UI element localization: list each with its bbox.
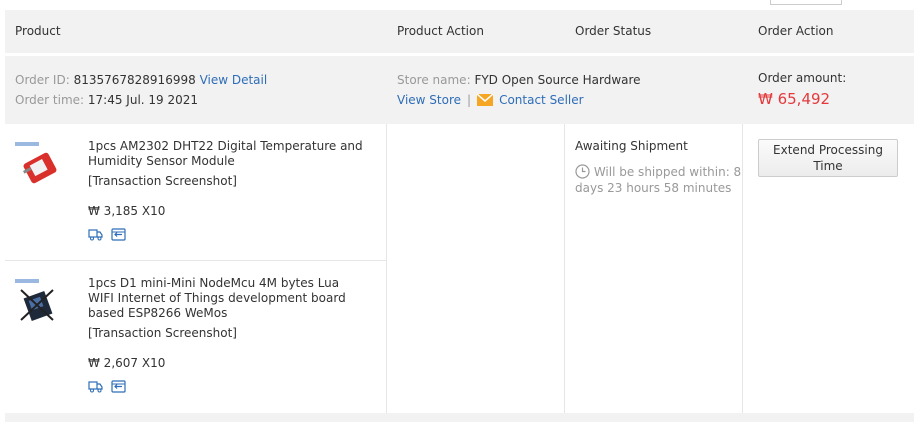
shipping-countdown: Will be shipped within: 8 days 23 hours … xyxy=(575,164,745,196)
order-panel: Product Product Action Order Status Orde… xyxy=(5,0,914,422)
header-product: Product xyxy=(15,24,61,38)
order-amount: ₩ 65,492 xyxy=(758,90,831,108)
transaction-screenshot-link[interactable]: [Transaction Screenshot] xyxy=(88,174,363,189)
product-service-icons xyxy=(88,228,126,241)
product-service-icons xyxy=(88,380,126,393)
product-name-link[interactable]: 1pcs D1 mini-Mini NodeMcu 4M bytes Lua W… xyxy=(88,276,363,321)
footer-bar xyxy=(5,413,914,422)
order-time-label: Order time: xyxy=(15,93,85,107)
order-time: 17:45 Jul. 19 2021 xyxy=(87,93,199,107)
product-thumbnail[interactable] xyxy=(13,139,63,189)
divider xyxy=(386,124,387,413)
extend-processing-time-button[interactable]: Extend Processing Time xyxy=(758,139,898,177)
top-control-edge xyxy=(770,0,842,5)
order-id-label: Order ID: xyxy=(15,73,70,87)
shipping-icon xyxy=(88,228,103,241)
table-header: Product Product Action Order Status Orde… xyxy=(5,10,914,53)
transaction-screenshot-link[interactable]: [Transaction Screenshot] xyxy=(88,326,363,341)
header-order-action: Order Action xyxy=(758,24,834,38)
product-thumbnail[interactable] xyxy=(13,276,63,326)
header-order-status: Order Status xyxy=(575,24,652,38)
link-separator: | xyxy=(467,93,472,107)
product-price: ₩ 2,607 X10 xyxy=(88,356,166,370)
order-amount-label: Order amount: xyxy=(758,71,847,85)
view-store-link[interactable]: View Store xyxy=(397,93,461,107)
shipping-icon xyxy=(88,380,103,393)
return-icon xyxy=(111,380,126,393)
ship-within-text: Will be shipped within: 8 days 23 hours … xyxy=(575,165,742,195)
view-detail-link[interactable]: View Detail xyxy=(200,73,268,87)
order-info-bar: Order ID: 8135767828916998 View Detail O… xyxy=(5,56,914,124)
store-name: FYD Open Source Hardware xyxy=(474,73,641,87)
mail-icon xyxy=(476,93,494,106)
divider xyxy=(5,260,386,261)
order-status-text: Awaiting Shipment xyxy=(575,139,688,153)
return-icon xyxy=(111,228,126,241)
product-name-link[interactable]: 1pcs AM2302 DHT22 Digital Temperature an… xyxy=(88,139,363,169)
product-price: ₩ 3,185 X10 xyxy=(88,204,166,218)
order-id: 8135767828916998 xyxy=(73,73,196,87)
divider xyxy=(564,124,565,413)
store-name-label: Store name: xyxy=(397,73,471,87)
clock-icon xyxy=(575,164,590,179)
order-body: 1pcs AM2302 DHT22 Digital Temperature an… xyxy=(5,124,914,413)
contact-seller-link[interactable]: Contact Seller xyxy=(499,93,584,107)
header-product-action: Product Action xyxy=(397,24,484,38)
